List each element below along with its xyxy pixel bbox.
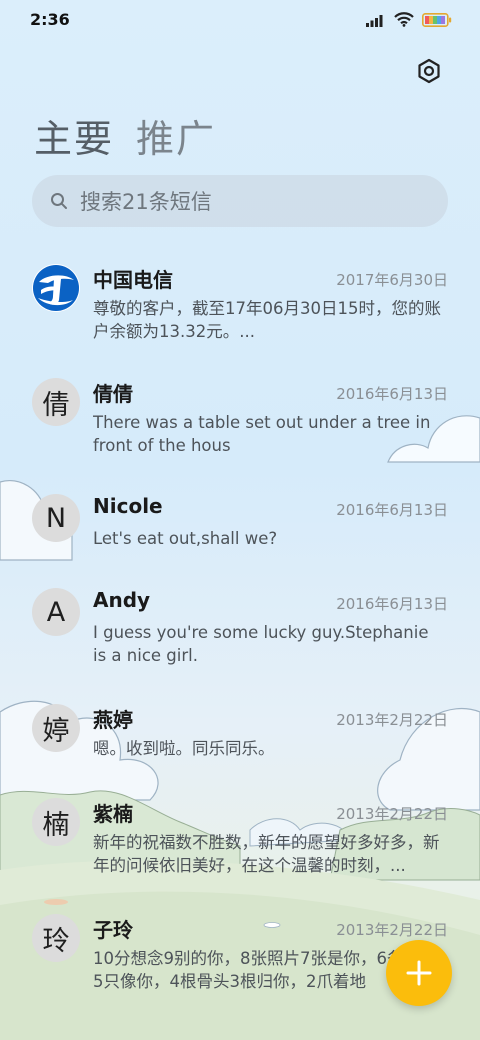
status-time: 2:36 — [30, 10, 70, 29]
message-item[interactable]: 倩 倩倩 2016年6月13日 There was a table set ou… — [0, 360, 480, 476]
message-date: 2016年6月13日 — [336, 385, 448, 403]
message-date: 2016年6月13日 — [336, 595, 448, 613]
sender-name: Nicole — [93, 494, 163, 518]
message-item[interactable]: 中国电信 2017年6月30日 尊敬的客户，截至17年06月30日15时，您的账… — [0, 246, 480, 360]
message-date: 2017年6月30日 — [336, 271, 448, 289]
sender-name: Andy — [93, 588, 151, 612]
sender-name: 燕婷 — [93, 708, 133, 732]
message-date: 2013年2月22日 — [336, 805, 448, 823]
search-placeholder: 搜索21条短信 — [80, 190, 212, 214]
message-preview: 尊敬的客户，截至17年06月30日15时，您的账户余额为13.32元。... — [93, 299, 441, 341]
message-item[interactable]: 婷 燕婷 2013年2月22日 嗯。收到啦。同乐同乐。 — [0, 686, 480, 780]
message-preview: Let's eat out,shall we? — [93, 529, 278, 548]
sender-name: 子玲 — [93, 918, 133, 942]
avatar: 玲 — [32, 914, 80, 962]
message-item[interactable]: A Andy 2016年6月13日 I guess you're some lu… — [0, 570, 480, 686]
avatar: 婷 — [32, 704, 80, 752]
message-date: 2013年2月22日 — [336, 921, 448, 939]
avatar: A — [32, 588, 80, 636]
tab-promotions[interactable]: 推广 — [136, 108, 216, 163]
sender-name: 倩倩 — [93, 382, 133, 406]
tab-primary[interactable]: 主要 — [34, 108, 114, 163]
status-icons — [366, 12, 452, 27]
plus-icon — [406, 960, 432, 986]
search-icon — [51, 193, 67, 209]
avatar: 楠 — [32, 798, 80, 846]
settings-button[interactable] — [414, 56, 444, 86]
avatar — [32, 264, 80, 312]
message-item[interactable]: N Nicole 2016年6月13日 Let's eat out,shall … — [0, 476, 480, 570]
message-preview: 新年的祝福数不胜数，新年的愿望好多好多，新年的问候依旧美好，在这个温馨的时刻，.… — [93, 833, 440, 875]
signal-icon — [366, 14, 383, 27]
china-telecom-logo-icon — [33, 265, 79, 311]
search-input[interactable]: 搜索21条短信 — [32, 175, 448, 227]
tab-bar: 主要 推广 — [34, 108, 216, 163]
avatar: 倩 — [32, 378, 80, 426]
message-preview: There was a table set out under a tree i… — [93, 413, 431, 455]
wifi-icon — [394, 12, 414, 27]
gear-icon — [418, 58, 440, 84]
message-date: 2016年6月13日 — [336, 501, 448, 519]
compose-button[interactable] — [386, 940, 452, 1006]
message-list: 中国电信 2017年6月30日 尊敬的客户，截至17年06月30日15时，您的账… — [0, 246, 480, 1012]
message-date: 2013年2月22日 — [336, 711, 448, 729]
avatar: N — [32, 494, 80, 542]
message-preview: 嗯。收到啦。同乐同乐。 — [93, 739, 275, 758]
sender-name: 紫楠 — [93, 802, 133, 826]
message-item[interactable]: 楠 紫楠 2013年2月22日 新年的祝福数不胜数，新年的愿望好多好多，新年的问… — [0, 780, 480, 896]
status-bar: 2:36 — [0, 0, 480, 42]
battery-icon — [422, 12, 452, 27]
sender-name: 中国电信 — [93, 268, 173, 292]
message-preview: I guess you're some lucky guy.Stephanie … — [93, 623, 429, 665]
